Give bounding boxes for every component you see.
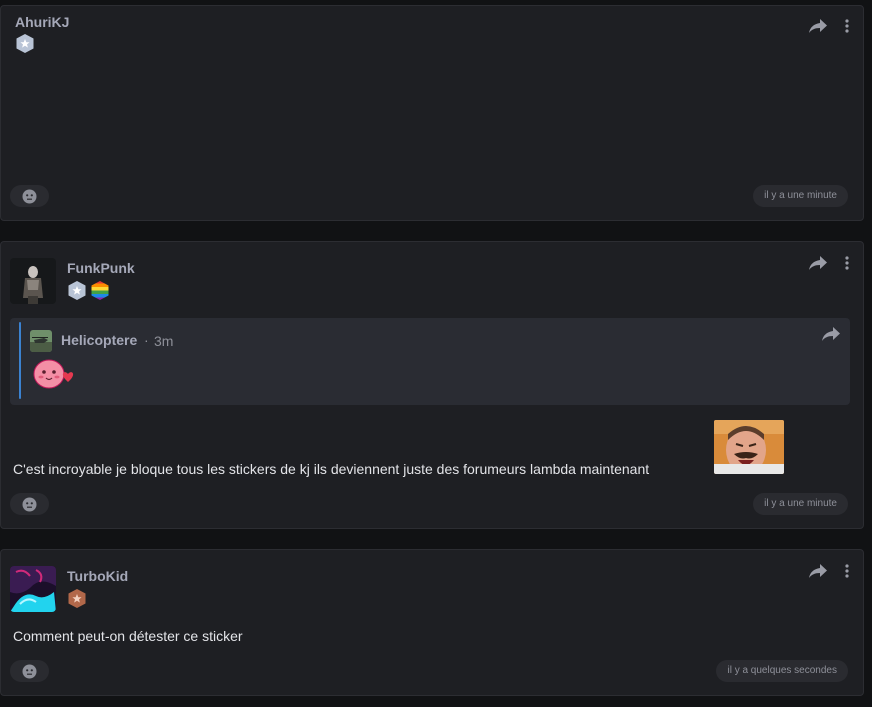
post-text: C'est incroyable je bloque tous les stic… bbox=[13, 461, 650, 477]
more-options-icon[interactable] bbox=[845, 256, 849, 275]
rainbow-badge-icon[interactable] bbox=[90, 280, 110, 301]
avatar[interactable] bbox=[10, 258, 56, 304]
laughing-man-sticker bbox=[714, 420, 784, 474]
pink-blob-heart-sticker bbox=[32, 356, 78, 395]
post-card: FunkPunk Helicoptere · 3m C'est incroyab… bbox=[0, 241, 864, 529]
post-username[interactable]: TurboKid bbox=[67, 568, 128, 584]
quoted-message[interactable]: Helicoptere · 3m bbox=[10, 318, 850, 405]
quote-time: 3m bbox=[154, 333, 174, 349]
badge-list bbox=[15, 33, 35, 54]
badge-list bbox=[67, 588, 87, 609]
add-reaction-button[interactable] bbox=[10, 185, 49, 207]
share-icon[interactable] bbox=[809, 564, 827, 583]
silver-star-badge-icon[interactable] bbox=[15, 33, 35, 54]
silver-star-badge-icon[interactable] bbox=[67, 280, 87, 301]
quote-accent-bar bbox=[19, 322, 21, 399]
badge-list bbox=[67, 280, 110, 301]
post-text: Comment peut-on détester ce sticker bbox=[13, 628, 243, 644]
share-icon[interactable] bbox=[809, 256, 827, 275]
post-timestamp: il y a une minute bbox=[753, 185, 848, 207]
post-username[interactable]: AhuriKJ bbox=[15, 14, 69, 30]
quote-separator: · bbox=[144, 332, 149, 348]
post-actions bbox=[809, 564, 849, 583]
emoji-face-icon bbox=[22, 189, 37, 203]
post-actions bbox=[809, 19, 849, 38]
quote-author[interactable]: Helicoptere bbox=[61, 332, 137, 348]
more-options-icon[interactable] bbox=[845, 19, 849, 38]
post-card: TurboKid Comment peut-on détester ce sti… bbox=[0, 549, 864, 696]
add-reaction-button[interactable] bbox=[10, 660, 49, 682]
avatar[interactable] bbox=[10, 566, 56, 612]
add-reaction-button[interactable] bbox=[10, 493, 49, 515]
share-icon[interactable] bbox=[822, 327, 840, 346]
post-username[interactable]: FunkPunk bbox=[67, 260, 135, 276]
more-options-icon[interactable] bbox=[845, 564, 849, 583]
emoji-face-icon bbox=[22, 664, 37, 678]
quote-avatar[interactable] bbox=[30, 330, 52, 352]
post-card: AhuriKJ il y a une minute bbox=[0, 5, 864, 221]
post-timestamp: il y a une minute bbox=[753, 493, 848, 515]
emoji-face-icon bbox=[22, 497, 37, 511]
post-actions bbox=[809, 256, 849, 275]
bronze-star-badge-icon[interactable] bbox=[67, 588, 87, 609]
share-icon[interactable] bbox=[809, 19, 827, 38]
post-timestamp: il y a quelques secondes bbox=[716, 660, 848, 682]
